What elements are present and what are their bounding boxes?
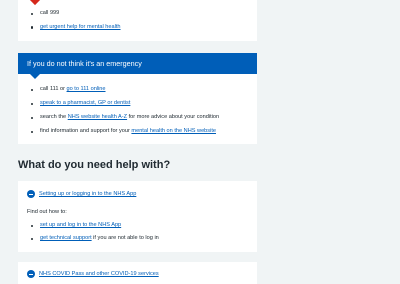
list-item: get urgent help for mental health bbox=[26, 24, 121, 31]
nhs-app-details: Setting up or logging in to the NHS App … bbox=[18, 181, 257, 252]
item-text: if you are not able to log in bbox=[91, 235, 159, 241]
emergency-card: call 999 get urgent help for mental heal… bbox=[18, 0, 257, 41]
collapse-minus-icon[interactable] bbox=[27, 270, 35, 278]
set-up-nhs-app-link[interactable]: set up and log in to the NHS App bbox=[40, 222, 121, 228]
item-text: call 111 or bbox=[40, 86, 67, 92]
list-item: set up and log in to the NHS App bbox=[26, 222, 159, 229]
technical-support-link[interactable]: get technical support bbox=[40, 235, 92, 241]
speak-to-pharmacist-link[interactable]: speak to a pharmacist, GP or dentist bbox=[40, 100, 130, 106]
covid-details-summary[interactable]: NHS COVID Pass and other COVID-19 servic… bbox=[27, 270, 159, 278]
list-item: speak to a pharmacist, GP or dentist bbox=[26, 100, 219, 107]
non-emergency-list: call 111 or go to 111 online speak to a … bbox=[26, 86, 219, 142]
list-item: search the NHS website health A-Z for mo… bbox=[26, 114, 219, 121]
covid-pass-details: NHS COVID Pass and other COVID-19 servic… bbox=[18, 262, 257, 284]
list-item: get technical support if you are not abl… bbox=[26, 235, 159, 242]
item-text: for more advice about your condition bbox=[127, 114, 220, 120]
nhs-app-list: set up and log in to the NHS App get tec… bbox=[26, 222, 159, 248]
non-emergency-heading: If you do not think it's an emergency bbox=[18, 53, 257, 79]
find-out-text: Find out how to: bbox=[27, 209, 67, 215]
help-section-title: What do you need help with? bbox=[18, 159, 171, 171]
list-item: call 999 bbox=[26, 10, 121, 17]
nhs-app-summary-label[interactable]: Setting up or logging in to the NHS App bbox=[39, 191, 136, 197]
mental-health-nhs-link[interactable]: mental health on the NHS website bbox=[131, 128, 216, 134]
health-a-z-link[interactable]: NHS website health A-Z bbox=[68, 114, 127, 120]
heading-pointer-icon bbox=[30, 74, 40, 79]
non-emergency-heading-text: If you do not think it's an emergency bbox=[27, 59, 142, 68]
go-to-111-online-link[interactable]: go to 111 online bbox=[67, 86, 106, 92]
emergency-list: call 999 get urgent help for mental heal… bbox=[26, 10, 121, 38]
non-emergency-card: If you do not think it's an emergency ca… bbox=[18, 53, 257, 144]
item-text: find information and support for your bbox=[40, 128, 132, 134]
item-text: search the bbox=[40, 114, 68, 120]
nhs-app-details-summary[interactable]: Setting up or logging in to the NHS App bbox=[27, 190, 136, 198]
list-item: find information and support for your me… bbox=[26, 128, 219, 135]
call-999-text: call 999 bbox=[40, 10, 60, 16]
collapse-minus-icon[interactable] bbox=[27, 190, 35, 198]
covid-summary-label[interactable]: NHS COVID Pass and other COVID-19 servic… bbox=[39, 271, 159, 277]
urgent-mental-health-link[interactable]: get urgent help for mental health bbox=[40, 24, 121, 30]
emergency-marker-icon bbox=[27, 0, 43, 6]
list-item: call 111 or go to 111 online bbox=[26, 86, 219, 93]
